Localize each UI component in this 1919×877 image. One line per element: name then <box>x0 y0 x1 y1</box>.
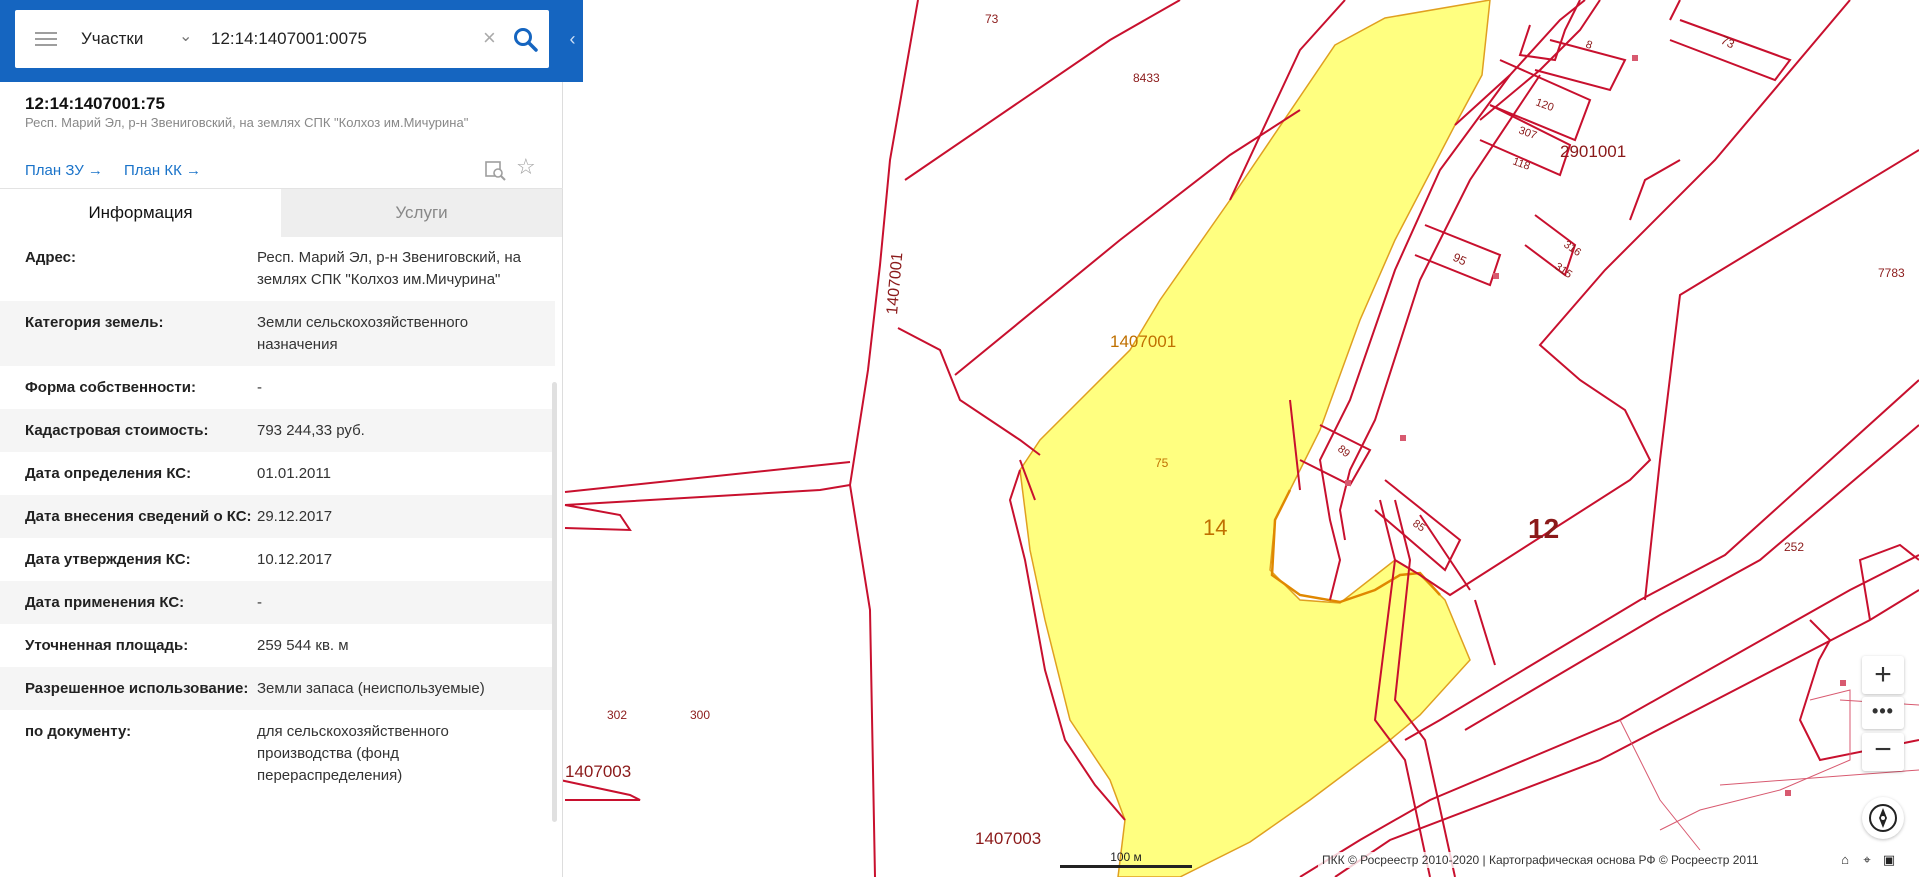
hamburger-menu-icon[interactable] <box>33 28 59 50</box>
attribute-label: Категория земель: <box>25 314 164 331</box>
attribute-label: Дата утверждения КС: <box>25 551 191 568</box>
category-select[interactable]: Участки <box>81 28 143 50</box>
scale-bar <box>1060 865 1192 868</box>
search-icon[interactable] <box>512 26 540 54</box>
attribute-value: 793 244,33 руб. <box>257 422 365 439</box>
parcel-info-panel: 12:14:1407001:75 Респ. Марий Эл, р-н Зве… <box>0 82 563 877</box>
attribute-row: Разрешенное использование: Земли запаса (… <box>0 667 555 710</box>
map-scale: 100 м <box>1060 850 1192 868</box>
panel-tabs: Информация Услуги <box>0 188 563 237</box>
locate-icon[interactable]: ⌖ <box>1856 852 1878 868</box>
attribute-row: Кадастровая стоимость: 793 244,33 руб. <box>0 409 555 452</box>
attribute-value: Земли сельскохозяйственного назначения <box>257 314 469 353</box>
map-label: 85 <box>1410 518 1427 535</box>
map-label: 302 <box>607 708 627 722</box>
plan-zu-link[interactable]: План ЗУ → <box>25 162 103 179</box>
map-label: 8 <box>1584 39 1594 52</box>
compass-icon[interactable] <box>1862 797 1904 839</box>
attribute-value: для сельскохозяйственного производства (… <box>257 723 449 784</box>
map-label: 1407001 <box>1110 332 1176 351</box>
map-label: 2901001 <box>1560 142 1626 161</box>
attribute-label: Уточненная площадь: <box>25 637 189 654</box>
attribute-row: Форма собственности: - <box>0 366 555 409</box>
attribute-label: Дата применения КС: <box>25 594 185 611</box>
map-label: 120 <box>1534 97 1555 115</box>
attribute-label: Адрес: <box>25 249 76 266</box>
map-label: 8433 <box>1133 71 1160 85</box>
attribute-row: Категория земель: Земли сельскохозяйствен… <box>0 301 555 366</box>
layers-icon[interactable]: ▣ <box>1878 852 1900 868</box>
star-icon[interactable]: ☆ <box>516 156 536 178</box>
attribute-value: - <box>257 379 262 396</box>
attribute-value: 01.01.2011 <box>257 465 331 482</box>
map-label: 252 <box>1784 540 1804 554</box>
attribute-row: Дата применения КС: - <box>0 581 555 624</box>
attribute-value: 259 544 кв. м <box>257 637 349 654</box>
parcel-subtitle: Респ. Марий Эл, р-н Звениговский, на зем… <box>25 115 469 130</box>
app-root: 73 8433 73 8 120 307 118 2901001 316 315… <box>0 0 1919 877</box>
map-label: 7783 <box>1878 266 1905 280</box>
attribute-label: Форма собственности: <box>25 379 196 396</box>
panel-scrollbar[interactable] <box>552 382 557 822</box>
scale-label: 100 м <box>1110 850 1142 864</box>
chevron-down-icon[interactable]: ⌄ <box>179 26 192 48</box>
attribute-value: - <box>257 594 262 611</box>
map-label: 300 <box>690 708 710 722</box>
attribute-value: 29.12.2017 <box>257 508 333 525</box>
more-options-button[interactable]: ••• <box>1862 697 1904 729</box>
attribute-value: Земли запаса (неиспользуемые) <box>257 680 485 697</box>
attribute-row: Дата внесения сведений о КС: 29.12.2017 <box>0 495 555 538</box>
map-label: 316 <box>1561 239 1583 259</box>
home-icon[interactable]: ⌂ <box>1834 852 1856 867</box>
search-bar: Участки ⌄ × <box>0 0 583 82</box>
map-label: 14 <box>1203 515 1227 540</box>
attribute-label: Разрешенное использование: <box>25 680 249 697</box>
attribute-row: Дата определения КС: 01.01.2011 <box>0 452 555 495</box>
attribute-value: Респ. Марий Эл, р-н Звениговский, на зем… <box>257 249 522 288</box>
zoom-in-button[interactable]: + <box>1862 656 1904 694</box>
show-on-map-icon[interactable] <box>484 159 506 181</box>
tab-information[interactable]: Информация <box>0 189 281 237</box>
parcel-title: 12:14:1407001:75 <box>25 94 165 113</box>
collapse-panel-button[interactable]: ‹ <box>562 0 583 82</box>
map-footer-icons: ⌂ ⌖ ▣ <box>1834 852 1900 868</box>
attribute-label: Дата определения КС: <box>25 465 192 482</box>
attribute-label: Дата внесения сведений о КС: <box>25 508 252 525</box>
map-label: 89 <box>1335 443 1352 460</box>
attribute-label: по документу: <box>25 723 132 740</box>
map-label: 95 <box>1451 250 1469 268</box>
selected-parcel[interactable] <box>1019 0 1491 877</box>
attribute-row: Адрес: Респ. Марий Эл, р-н Звениговский, … <box>0 236 555 301</box>
plan-kk-link[interactable]: План КК → <box>124 162 201 179</box>
attribute-row: Уточненная площадь: 259 544 кв. м <box>0 624 555 667</box>
map-label: 12 <box>1528 513 1559 544</box>
search-input[interactable] <box>211 24 461 54</box>
search-box: Участки ⌄ × <box>15 10 549 68</box>
tab-services[interactable]: Услуги <box>281 189 562 237</box>
attribute-list: Адрес: Респ. Марий Эл, р-н Звениговский, … <box>0 236 555 877</box>
map-label: 1407003 <box>975 829 1041 848</box>
map-label: 1407001 <box>884 252 906 316</box>
map-label: 73 <box>985 12 999 26</box>
attribute-row: Дата утверждения КС: 10.12.2017 <box>0 538 555 581</box>
zoom-out-button[interactable]: − <box>1862 733 1904 771</box>
map-label: 315 <box>1552 261 1574 281</box>
map-attribution: ПКК © Росреестр 2010-2020 | Картографиче… <box>1318 852 1763 868</box>
attribute-label: Кадастровая стоимость: <box>25 422 209 439</box>
attribute-value: 10.12.2017 <box>257 551 333 568</box>
map-label: 75 <box>1155 456 1169 470</box>
map-label: 1407003 <box>565 762 631 781</box>
clear-search-icon[interactable]: × <box>483 25 496 51</box>
map-label: 118 <box>1511 156 1532 173</box>
attribute-row: по документу: для сельскохозяйственного п… <box>0 710 555 797</box>
